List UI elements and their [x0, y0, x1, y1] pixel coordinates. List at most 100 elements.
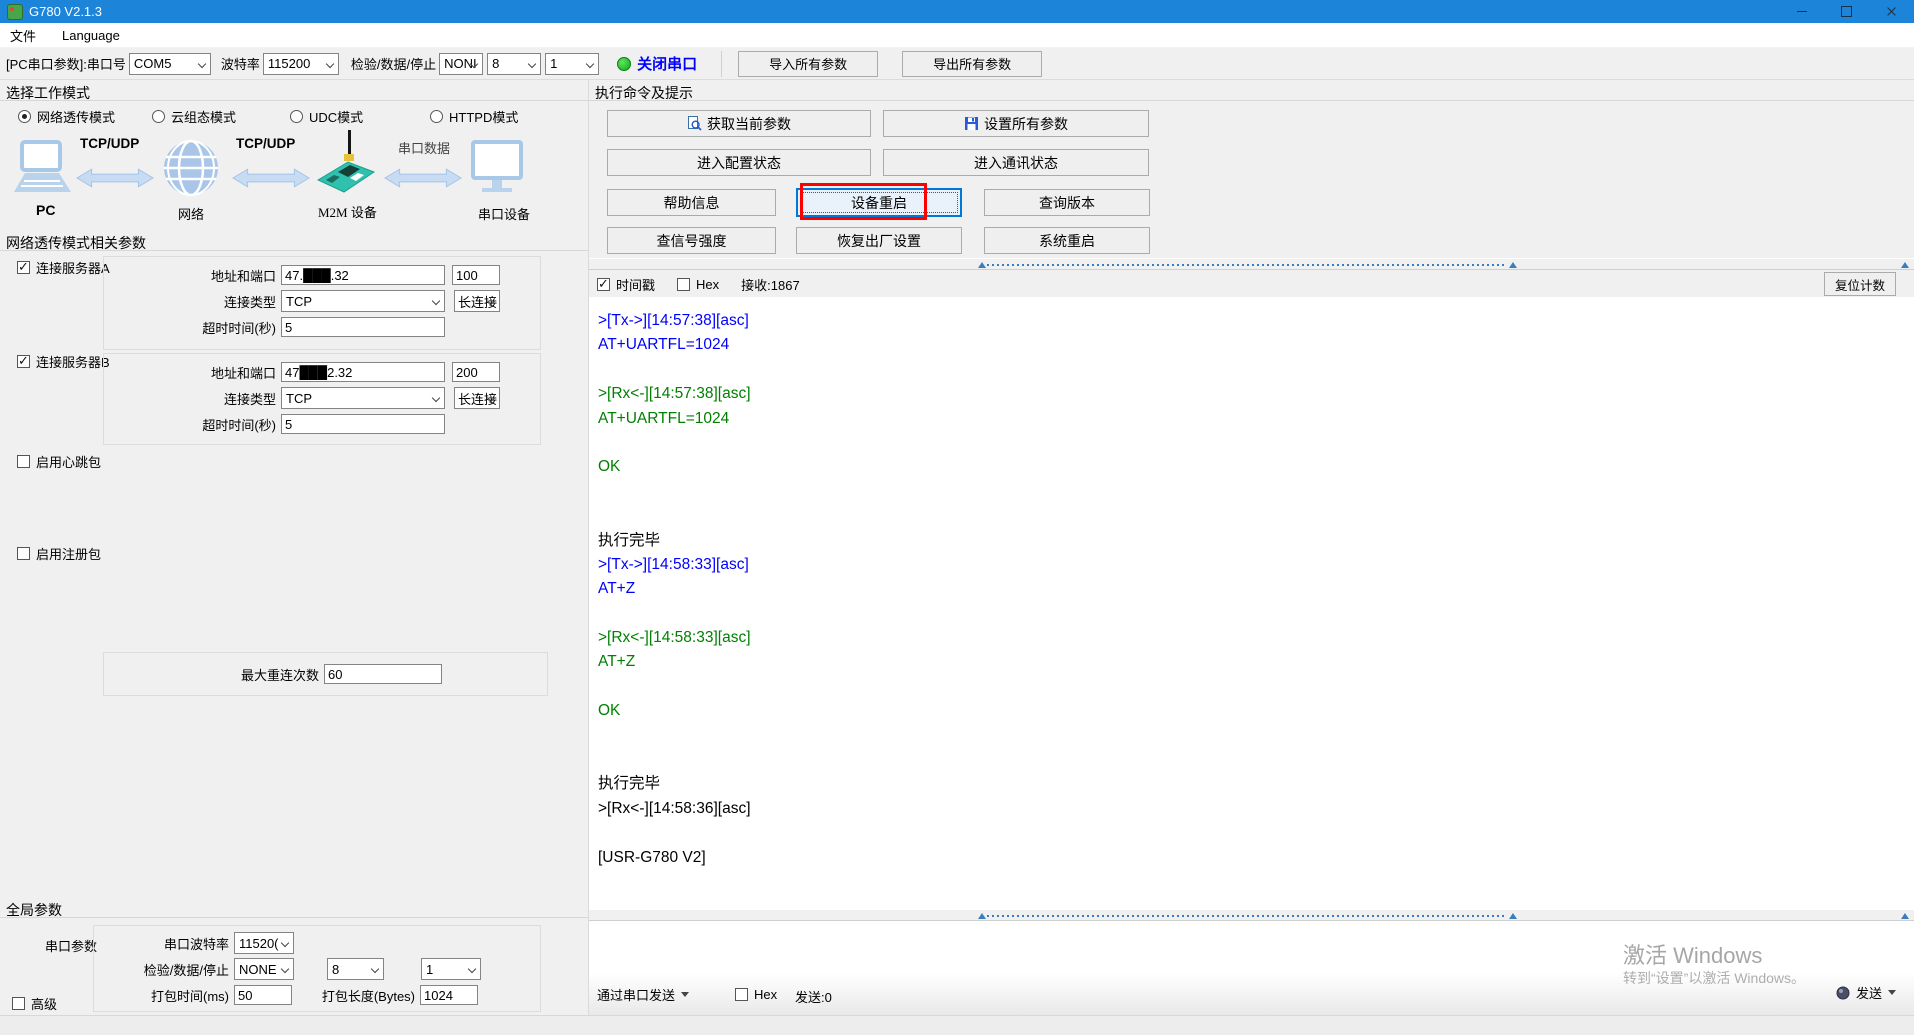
parity-select[interactable]: NONI — [439, 52, 484, 75]
splitter-arrow-icon — [1901, 913, 1909, 919]
system-restart-button[interactable]: 系统重启 — [984, 227, 1150, 254]
send-via-serial-dropdown[interactable]: 通过串口发送 — [597, 985, 690, 1004]
hex-display-checkbox[interactable]: Hex — [677, 277, 719, 292]
server-a-address-input[interactable] — [281, 265, 445, 285]
mode-udc[interactable]: UDC模式 — [290, 107, 363, 126]
log-splitter-top[interactable] — [589, 258, 1914, 270]
server-a-checkbox[interactable]: 连接服务器A — [17, 258, 110, 277]
node-label-network: 网络 — [178, 207, 205, 222]
log-line: 执行完毕 — [598, 775, 661, 793]
reset-count-button[interactable]: 复位计数 — [1824, 272, 1896, 296]
log-splitter-bottom[interactable] — [589, 909, 1914, 921]
mode-net-transparent[interactable]: 网络透传模式 — [18, 107, 115, 126]
double-arrow-icon — [76, 168, 154, 188]
send-hex-checkbox[interactable]: Hex — [735, 987, 777, 1002]
chevron-down-icon — [1888, 990, 1896, 995]
chevron-down-icon — [585, 59, 595, 68]
checkbox-icon — [17, 455, 30, 468]
checkbox-icon — [17, 353, 30, 369]
menu-language[interactable]: Language — [62, 28, 120, 43]
checkbox-icon — [12, 997, 25, 1010]
com-port-select[interactable]: COM5 — [128, 52, 211, 75]
server-a-type-select[interactable]: TCP — [281, 290, 445, 312]
log-header: 时间戳 Hex 接收:1867 复位计数 — [589, 271, 1914, 297]
toolbar: [PC串口参数]:串口号 COM5 波特率 115200 检验/数据/停止 NO… — [0, 48, 1914, 80]
server-b-group: 地址和端口 连接类型 TCP 长连接 超时时间(秒) — [103, 353, 541, 445]
advanced-checkbox[interactable]: 高级 — [12, 994, 57, 1013]
serial-baud-select[interactable]: 11520( — [234, 932, 294, 954]
commands-section-title: 执行命令及提示 — [589, 81, 1914, 101]
stopbits-select[interactable]: 1 — [545, 52, 600, 75]
close-button[interactable] — [1869, 0, 1914, 23]
register-packet-checkbox[interactable]: 启用注册包 — [17, 544, 101, 563]
query-version-button[interactable]: 查询版本 — [984, 189, 1150, 216]
serial-databits-select[interactable]: 8 — [327, 958, 384, 980]
timestamp-checkbox[interactable]: 时间戳 — [597, 275, 655, 294]
server-b-port-input[interactable] — [452, 362, 500, 382]
serial-stopbits-select[interactable]: 1 — [421, 958, 481, 980]
max-reconnect-group: 最大重连次数 — [103, 652, 548, 696]
log-output[interactable]: >[Tx->][14:57:38][asc] AT+UARTFL=1024 >[Rx… — [589, 297, 1914, 909]
windows-activation-watermark: 激活 Windows — [1623, 943, 1763, 968]
mode-httpd[interactable]: HTTPD模式 — [430, 107, 518, 126]
maximize-button[interactable] — [1824, 0, 1869, 23]
monitor-icon — [471, 140, 523, 192]
recv-count: 接收:1867 — [741, 277, 800, 293]
serial-parity-select[interactable]: NONE — [234, 958, 294, 980]
log-line: >[Rx<-][14:58:33][asc] — [598, 629, 751, 647]
server-b-timeout-input[interactable] — [281, 414, 445, 434]
timeout-label: 超时时间(秒) — [202, 417, 276, 433]
server-b-keepalive-select[interactable]: 长连接 — [454, 387, 500, 409]
heartbeat-checkbox[interactable]: 启用心跳包 — [17, 452, 101, 471]
send-button[interactable]: 发送 — [1836, 983, 1896, 1002]
serial-baud-label: 串口波特率 — [163, 936, 229, 952]
splitter-arrow-icon — [1901, 262, 1909, 268]
chevron-down-icon — [197, 59, 207, 68]
enter-comm-button[interactable]: 进入通讯状态 — [883, 149, 1149, 176]
server-a-port-input[interactable] — [452, 265, 500, 285]
server-b-address-input[interactable] — [281, 362, 445, 382]
mode-cloud[interactable]: 云组态模式 — [152, 107, 236, 126]
pack-time-input[interactable] — [234, 985, 292, 1005]
set-params-button[interactable]: 设置所有参数 — [883, 110, 1149, 137]
factory-reset-button[interactable]: 恢复出厂设置 — [796, 227, 962, 254]
conn-type-label: 连接类型 — [223, 391, 276, 407]
checkbox-icon — [735, 988, 748, 1001]
minimize-button[interactable] — [1779, 0, 1824, 23]
checkbox-icon — [17, 259, 30, 275]
server-b-type-select[interactable]: TCP — [281, 387, 445, 409]
menu-file[interactable]: 文件 — [10, 26, 36, 45]
query-signal-button[interactable]: 查信号强度 — [607, 227, 776, 254]
radio-icon — [18, 110, 31, 123]
close-port-button[interactable]: 关闭串口 — [637, 53, 697, 74]
databits-select[interactable]: 8 — [487, 52, 542, 75]
topology-diagram: TCP/UDP TCP/UDP 串口数据 PC 网络 M2M 设备 串口设备 — [0, 126, 588, 224]
node-label-m2m: M2M 设备 — [318, 205, 377, 220]
max-reconnect-input[interactable] — [324, 664, 442, 684]
get-params-button[interactable]: 获取当前参数 — [607, 110, 871, 137]
server-a-timeout-input[interactable] — [281, 317, 445, 337]
link-label: 串口数据 — [398, 141, 451, 156]
checkbox-icon — [677, 277, 691, 291]
pack-len-label: 打包长度(Bytes) — [321, 988, 415, 1004]
app-window: G780 V2.1.3 文件 Language [PC串口参数]:串口号 COM… — [0, 0, 1914, 1035]
parity-label: 检验/数据/停止 — [350, 57, 437, 72]
radio-icon — [290, 110, 303, 123]
server-a-keepalive-select[interactable]: 长连接 — [454, 290, 500, 312]
get-params-icon — [688, 116, 702, 131]
chevron-down-icon — [280, 964, 290, 974]
server-b-checkbox[interactable]: 连接服务器B — [17, 352, 110, 371]
help-button[interactable]: 帮助信息 — [607, 189, 776, 216]
work-mode-section-title: 选择工作模式 — [0, 81, 588, 101]
globe-icon — [164, 139, 218, 197]
checkbox-icon — [597, 276, 610, 292]
laptop-icon — [14, 140, 71, 192]
enter-config-button[interactable]: 进入配置状态 — [607, 149, 871, 176]
log-line: OK — [598, 458, 621, 476]
import-params-button[interactable]: 导入所有参数 — [738, 50, 879, 77]
export-params-button[interactable]: 导出所有参数 — [902, 50, 1043, 77]
pack-len-input[interactable] — [420, 985, 478, 1005]
baud-select[interactable]: 115200 — [262, 52, 339, 75]
